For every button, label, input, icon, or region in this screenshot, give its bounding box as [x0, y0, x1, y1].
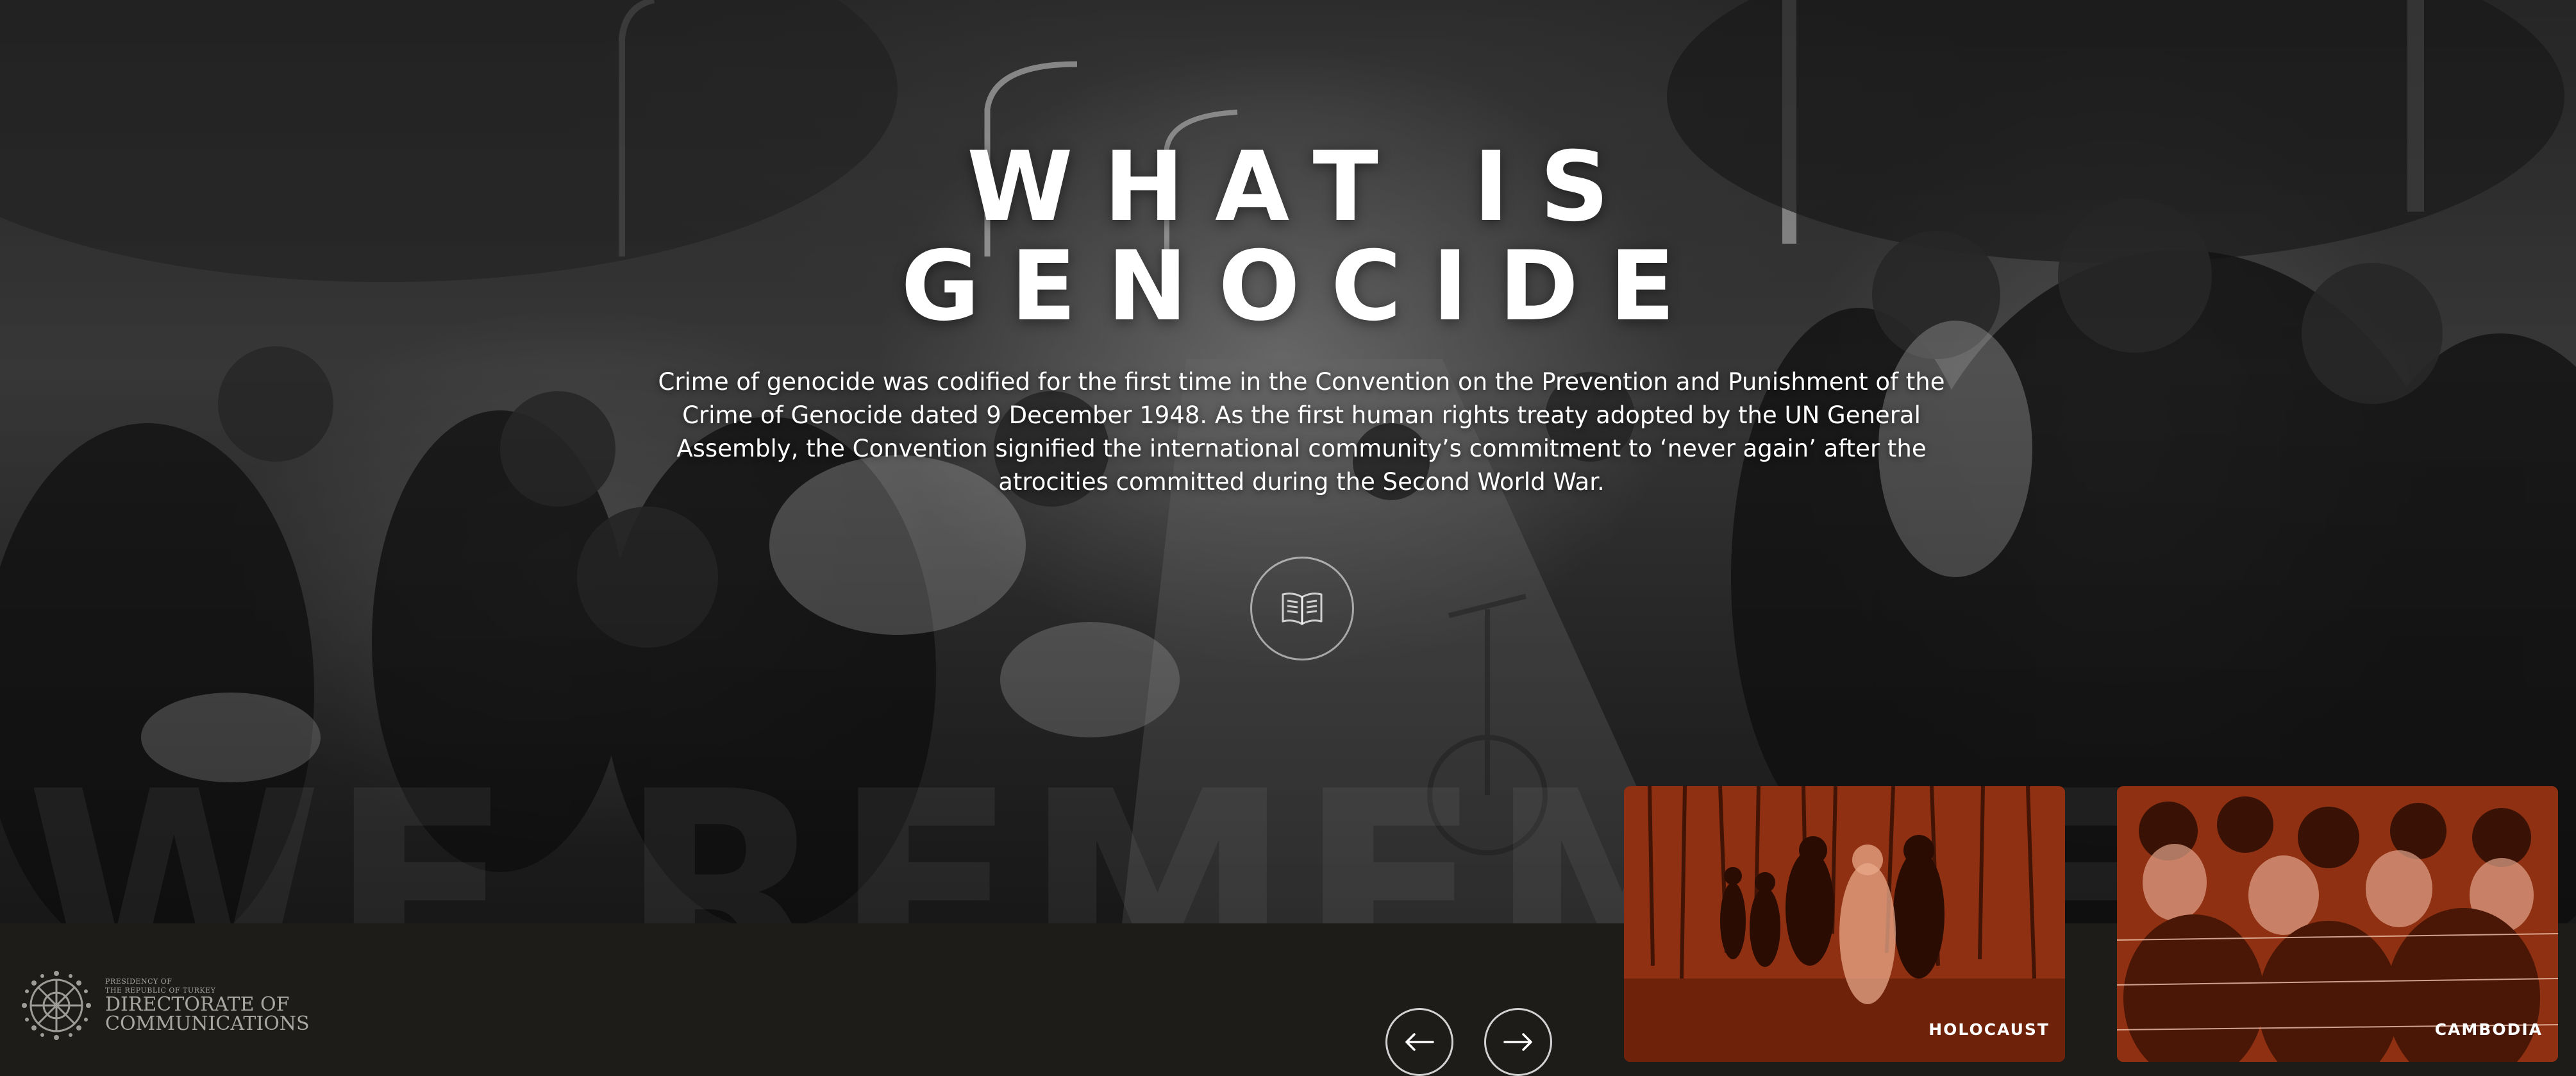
next-button[interactable] — [1484, 1008, 1552, 1076]
title-line-1: WHAT IS — [967, 131, 1640, 243]
logo-line3: DIRECTORATE OF — [105, 993, 290, 1016]
arrow-left-icon — [1405, 1033, 1434, 1051]
directorate-logo[interactable]: PRESIDENCY OF THE REPUBLIC OF TURKEY DIR… — [21, 967, 310, 1044]
arrow-right-icon — [1503, 1033, 1532, 1051]
emblem-icon — [22, 971, 91, 1040]
read-more-button[interactable] — [1250, 557, 1354, 660]
card-label-cambodia: CAMBODIA — [2434, 1020, 2543, 1039]
logo-text: PRESIDENCY OF THE REPUBLIC OF TURKEY DIR… — [105, 977, 310, 1034]
intro-paragraph: Crime of genocide was codified for the f… — [658, 368, 1945, 496]
title-line-2: GENOCIDE — [901, 231, 1706, 342]
logo-line1: PRESIDENCY OF — [105, 977, 172, 986]
prev-button[interactable] — [1385, 1008, 1453, 1076]
logo-line4: COMMUNICATIONS — [105, 1013, 310, 1035]
page-title: WHAT IS GENOCIDE — [0, 138, 2576, 337]
book-icon — [1282, 593, 1323, 625]
card-holocaust[interactable]: HOLOCAUST — [1624, 786, 2065, 1062]
card-cambodia[interactable]: CAMBODIA — [2117, 786, 2558, 1062]
card-label-holocaust: HOLOCAUST — [1928, 1020, 2050, 1039]
